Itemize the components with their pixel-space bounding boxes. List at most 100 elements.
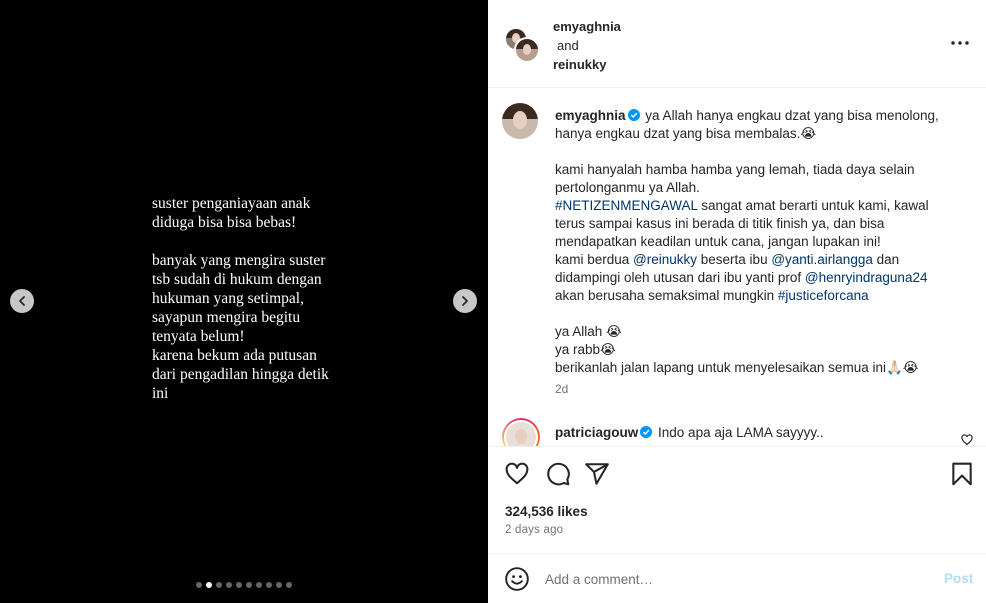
mention-link[interactable]: @reinukky	[633, 252, 697, 267]
caption-text: akan berusaha semaksimal mungkin	[555, 288, 778, 303]
previous-slide-button[interactable]	[10, 289, 34, 313]
post-media: suster penganiayaan anak diduga bisa bisa…	[0, 0, 488, 603]
slide-dot	[286, 582, 292, 588]
caption-time[interactable]: 2d	[555, 380, 965, 398]
heart-icon	[505, 462, 529, 485]
caption-gap	[555, 143, 965, 161]
verified-badge-icon	[627, 109, 640, 121]
more-options-button[interactable]	[948, 33, 972, 53]
author-link[interactable]: reinukky	[553, 55, 621, 74]
caption-text: hanya engkau dzat yang bisa membalas.😭	[555, 126, 817, 141]
caption-text: sangat amat berarti untuk kami, kawal	[697, 198, 929, 213]
slide-dot	[196, 582, 202, 588]
slide-dot	[226, 582, 232, 588]
slide-dot	[236, 582, 242, 588]
emoji-icon	[505, 567, 529, 591]
slide-indicator	[196, 582, 292, 588]
more-horizontal-icon	[951, 41, 969, 45]
slide-dot	[206, 582, 212, 588]
slide-line: tenyata belum!	[152, 328, 245, 345]
emoji-button[interactable]	[504, 566, 530, 592]
avatar	[514, 37, 540, 63]
slide-paragraph: banyak yang mengira suster tsb sudah di h…	[152, 251, 372, 403]
collab-avatars[interactable]	[504, 27, 540, 63]
caption-line: akan berusaha semaksimal mungkin #justic…	[555, 287, 965, 305]
avatar[interactable]	[502, 418, 540, 446]
post-header: emyaghnia and reinukky	[488, 0, 986, 88]
caption-line: terus sampai kasus ini berada di titik f…	[555, 215, 965, 233]
post-authors: emyaghnia and reinukky	[553, 17, 621, 74]
caption-text: kami berdua	[555, 252, 634, 267]
bookmark-icon	[952, 462, 972, 486]
slide-line: suster penganiayaan anak	[152, 195, 311, 212]
post-timestamp[interactable]: 2 days ago	[505, 524, 563, 536]
comment-body: Indo apa aja LAMA sayyyy..	[658, 425, 824, 440]
and-label: and	[557, 38, 579, 53]
slide-dot	[256, 582, 262, 588]
slide-line: dari pengadilan hingga detik	[152, 366, 329, 383]
caption-line: kami berdua @reinukky beserta ibu @yanti…	[555, 251, 965, 269]
slide-line: sayapun mengira begitu	[152, 309, 301, 326]
caption-text: mendapatkan keadilan untuk cana, jangan …	[555, 234, 881, 249]
caption-text: beserta ibu	[697, 252, 772, 267]
slide-line: diduga bisa bisa bebas!	[152, 214, 297, 231]
like-comment-button[interactable]	[961, 433, 973, 446]
comment-input[interactable]	[545, 568, 925, 590]
post-comment-button[interactable]: Post	[944, 571, 973, 586]
caption-line: didampingi oleh utusan dari ibu yanti pr…	[555, 269, 965, 287]
avatar[interactable]	[502, 103, 538, 139]
caption-line: #NETIZENMENGAWAL sangat amat berarti unt…	[555, 197, 965, 215]
post-actions: 324,536 likes 2 days ago	[488, 446, 986, 546]
caption-text: berikanlah jalan lapang untuk menyelesai…	[555, 360, 919, 375]
caption-line: ya Allah 😭	[555, 323, 965, 341]
caption-line: hanya engkau dzat yang bisa membalas.😭	[555, 125, 965, 143]
caption-line: ya rabb😭	[555, 341, 965, 359]
caption-text: ya rabb😭	[555, 342, 616, 357]
slide-paragraph: suster penganiayaan anak diduga bisa bisa…	[152, 194, 372, 232]
caption-body: emyaghnia ya Allah hanya engkau dzat yan…	[555, 107, 965, 398]
next-slide-button[interactable]	[453, 289, 477, 313]
share-button[interactable]	[584, 461, 610, 487]
caption-text: pertolonganmu ya Allah.	[555, 180, 700, 195]
caption-line: berikanlah jalan lapang untuk menyelesai…	[555, 359, 965, 377]
caption-text: ya Allah 😭	[555, 324, 622, 339]
slide-line: tsb sudah di hukum dengan	[152, 271, 322, 288]
slide-line: hukuman yang setimpal,	[152, 290, 304, 307]
verified-badge-icon	[640, 426, 653, 438]
caption-text: kami hanyalah hamba hamba yang lemah, ti…	[555, 162, 915, 177]
comments-section: emyaghnia ya Allah hanya engkau dzat yan…	[488, 89, 986, 446]
chevron-left-icon	[19, 296, 25, 306]
likes-count[interactable]: 324,536 likes	[505, 504, 588, 519]
hashtag-link[interactable]: #justiceforcana	[778, 288, 869, 303]
share-icon	[585, 463, 609, 485]
caption-line: mendapatkan keadilan untuk cana, jangan …	[555, 233, 965, 251]
chevron-right-icon	[462, 296, 468, 306]
caption-username[interactable]: emyaghnia	[555, 108, 626, 123]
heart-outline-icon	[961, 434, 973, 446]
like-button[interactable]	[504, 461, 530, 487]
mention-link[interactable]: @henryindraguna24	[805, 270, 928, 285]
slide-line: ini	[152, 385, 169, 402]
caption-line: pertolonganmu ya Allah.	[555, 179, 965, 197]
comment-icon	[547, 462, 570, 486]
slide-text: suster penganiayaan anak diduga bisa bisa…	[152, 194, 372, 403]
slide-dot	[246, 582, 252, 588]
caption-line: kami hanyalah hamba hamba yang lemah, ti…	[555, 161, 965, 179]
caption-text: ya Allah hanya engkau dzat yang bisa men…	[645, 108, 939, 123]
slide-line: karena bekum ada putusan	[152, 347, 317, 364]
caption-text: terus sampai kasus ini berada di titik f…	[555, 216, 885, 231]
caption-gap	[555, 305, 965, 323]
slide-dot	[216, 582, 222, 588]
post-side-panel: emyaghnia and reinukky emyaghnia ya Alla…	[488, 0, 986, 603]
caption-text: dan	[872, 252, 900, 267]
caption-text: didampingi oleh utusan dari ibu yanti pr…	[555, 270, 805, 285]
mention-link[interactable]: @yanti.airlangga	[771, 252, 873, 267]
hashtag-link[interactable]: #NETIZENMENGAWAL	[555, 198, 698, 213]
slide-line: banyak yang mengira suster	[152, 252, 326, 269]
comment-button[interactable]	[545, 461, 571, 487]
author-link[interactable]: emyaghnia	[553, 17, 621, 36]
add-comment-bar: Post	[488, 553, 986, 603]
comment-username[interactable]: patriciagouw	[555, 425, 638, 440]
save-button[interactable]	[949, 461, 975, 487]
slide-dot	[266, 582, 272, 588]
